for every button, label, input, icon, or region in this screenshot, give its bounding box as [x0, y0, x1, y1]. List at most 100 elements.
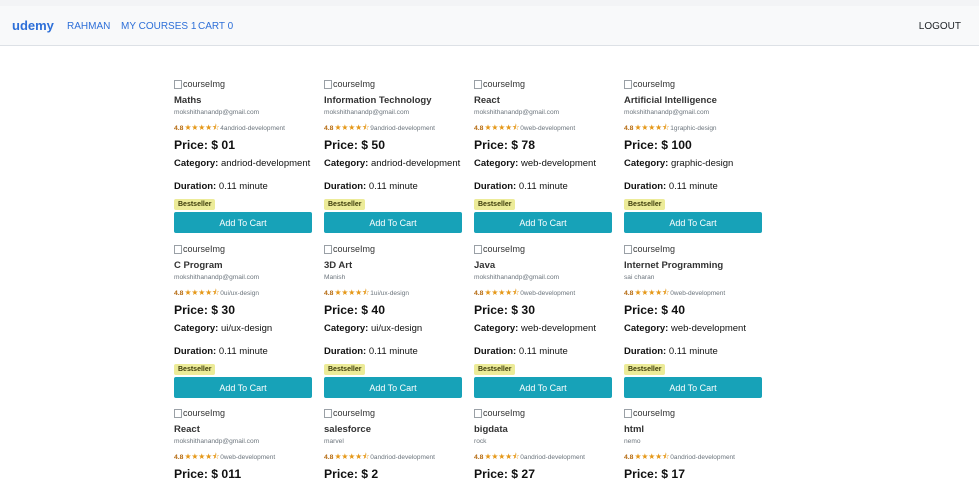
- price-label: Price:: [474, 303, 508, 317]
- add-to-cart-button[interactable]: Add To Cart: [174, 212, 312, 233]
- price-label: Price:: [174, 138, 208, 152]
- duration-value: 0.11 minute: [518, 181, 568, 192]
- add-to-cart-button[interactable]: Add To Cart: [624, 212, 762, 233]
- broken-image-icon: [474, 244, 482, 254]
- rating-count: 9andriod-development: [370, 125, 435, 132]
- course-duration: Duration: 0.11 minute: [474, 181, 614, 192]
- star-rating-icon: ★★★★⯪: [334, 452, 370, 461]
- rating-value: 4.8: [324, 125, 334, 132]
- add-to-cart-button[interactable]: Add To Cart: [474, 212, 612, 233]
- nav-link-user[interactable]: RAHMAN: [67, 21, 110, 32]
- course-rating: 4.8 ★★★★⯪ 9andriod-development: [324, 122, 464, 135]
- add-to-cart-button[interactable]: Add To Cart: [324, 212, 462, 233]
- star-rating-icon: ★★★★⯪: [184, 123, 220, 132]
- broken-image-icon: [324, 244, 332, 254]
- add-to-cart-button[interactable]: Add To Cart: [624, 377, 762, 398]
- price-value: $ 27: [511, 467, 535, 481]
- price-label: Price:: [174, 303, 208, 317]
- course-title[interactable]: Internet Programming: [624, 260, 764, 271]
- course-title[interactable]: html: [624, 424, 764, 435]
- course-title[interactable]: Information Technology: [324, 95, 464, 106]
- category-label: Category:: [474, 158, 519, 169]
- course-price: Price: $ 27: [474, 467, 614, 481]
- course-image-alt: courseImg: [633, 244, 676, 254]
- brand-logo[interactable]: udemy: [12, 18, 54, 33]
- course-card: courseImg Artificial Intelligence mokshith…: [624, 78, 764, 233]
- add-to-cart-button[interactable]: Add To Cart: [474, 377, 612, 398]
- price-value: $ 30: [211, 303, 235, 317]
- logout-link[interactable]: LOGOUT: [919, 21, 961, 32]
- rating-count: 0web-development: [220, 454, 276, 461]
- rating-value: 4.8: [474, 125, 484, 132]
- rating-value: 4.8: [174, 290, 184, 297]
- course-title[interactable]: bigdata: [474, 424, 614, 435]
- course-card: courseImg bigdata rock 4.8 ★★★★⯪ 0andriod-dev…: [474, 407, 614, 481]
- add-to-cart-button[interactable]: Add To Cart: [174, 377, 312, 398]
- price-label: Price:: [324, 467, 358, 481]
- add-to-cart-button[interactable]: Add To Cart: [324, 377, 462, 398]
- duration-label: Duration:: [474, 181, 517, 192]
- course-image: courseImg: [174, 78, 314, 90]
- nav-link-my-courses[interactable]: MY COURSES 1: [121, 21, 196, 32]
- broken-image-icon: [174, 408, 182, 418]
- course-author: rock: [474, 438, 487, 445]
- duration-label: Duration:: [624, 181, 667, 192]
- course-image: courseImg: [174, 407, 314, 419]
- course-duration: Duration: 0.11 minute: [324, 346, 464, 357]
- star-rating-icon: ★★★★⯪: [184, 288, 220, 297]
- duration-label: Duration:: [474, 346, 517, 357]
- course-rating: 4.8 ★★★★⯪ 0web-development: [174, 451, 314, 464]
- price-value: $ 30: [511, 303, 535, 317]
- rating-value: 4.8: [324, 290, 334, 297]
- course-price: Price: $ 011: [174, 467, 314, 481]
- course-card: courseImg C Program mokshithanandp@gmail.c…: [174, 243, 314, 398]
- star-rating-icon: ★★★★⯪: [634, 452, 670, 461]
- bestseller-badge: Bestseller: [174, 199, 216, 210]
- course-author: nemo: [624, 438, 641, 445]
- course-price: Price: $ 100: [624, 138, 764, 152]
- broken-image-icon: [174, 244, 182, 254]
- course-image-alt: courseImg: [333, 244, 376, 254]
- broken-image-icon: [624, 79, 632, 89]
- course-title[interactable]: Maths: [174, 95, 314, 106]
- course-title[interactable]: React: [174, 424, 314, 435]
- course-title[interactable]: C Program: [174, 260, 314, 271]
- course-rating: 4.8 ★★★★⯪ 0web-development: [624, 287, 764, 300]
- nav-link-cart[interactable]: CART 0: [198, 21, 233, 32]
- course-card: courseImg Internet Programming sai charan 4…: [624, 243, 764, 398]
- category-label: Category:: [474, 323, 519, 334]
- bestseller-badge: Bestseller: [324, 199, 366, 210]
- course-card: courseImg html nemo 4.8 ★★★★⯪ 0andriod-develo…: [624, 407, 764, 481]
- price-value: $ 100: [661, 138, 692, 152]
- broken-image-icon: [324, 79, 332, 89]
- category-value: web-development: [670, 323, 746, 334]
- course-author: mokshithanandp@gmail.com: [474, 274, 560, 281]
- category-value: ui/ux-design: [220, 323, 273, 334]
- course-price: Price: $ 30: [474, 303, 614, 317]
- star-rating-icon: ★★★★⯪: [484, 288, 520, 297]
- course-title[interactable]: 3D Art: [324, 260, 464, 271]
- price-label: Price:: [474, 138, 508, 152]
- course-category: Category: web-development: [624, 323, 764, 334]
- duration-label: Duration:: [324, 181, 367, 192]
- course-category: Category: ui/ux-design: [174, 323, 314, 334]
- price-value: $ 01: [211, 138, 235, 152]
- price-value: $ 17: [661, 467, 685, 481]
- course-rating: 4.8 ★★★★⯪ 0ui/ux-design: [174, 287, 314, 300]
- course-category: Category: ui/ux-design: [324, 323, 464, 334]
- course-title[interactable]: Java: [474, 260, 614, 271]
- course-title[interactable]: salesforce: [324, 424, 464, 435]
- duration-value: 0.11 minute: [668, 346, 718, 357]
- category-value: andriod-development: [220, 158, 311, 169]
- price-label: Price:: [624, 467, 658, 481]
- course-author: mokshithanandp@gmail.com: [174, 109, 260, 116]
- course-title[interactable]: Artificial Intelligence: [624, 95, 764, 106]
- price-value: $ 50: [361, 138, 385, 152]
- price-value: $ 40: [361, 303, 385, 317]
- course-category: Category: web-development: [474, 158, 614, 169]
- course-image: courseImg: [624, 243, 764, 255]
- course-rating: 4.8 ★★★★⯪ 0web-development: [474, 122, 614, 135]
- course-price: Price: $ 40: [324, 303, 464, 317]
- broken-image-icon: [624, 244, 632, 254]
- course-title[interactable]: React: [474, 95, 614, 106]
